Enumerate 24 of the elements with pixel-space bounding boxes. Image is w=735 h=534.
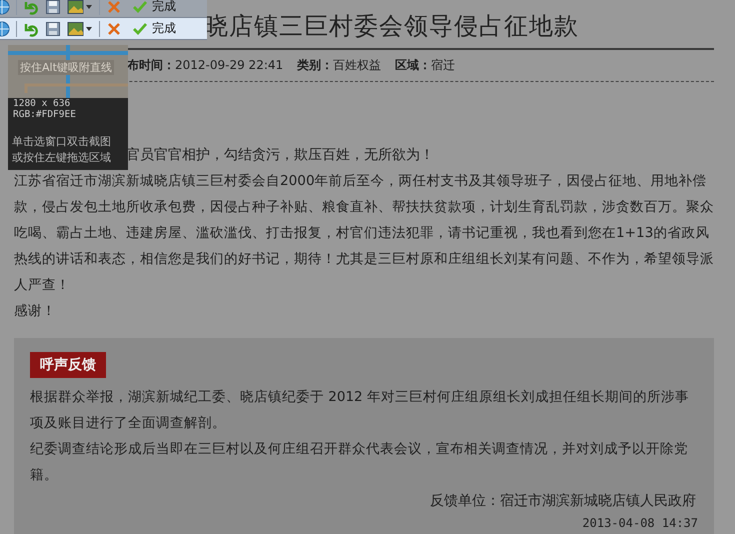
body-text: 感谢！ (14, 302, 57, 321)
feedback-text: 根据群众举报，湖滨新城纪工委、晓店镇纪委于 2012 年对三巨村何庄组原组长刘成担任组长期间的所涉事项及账目进行了全面调查解剖。 (30, 388, 690, 433)
magnifier-hint: 按住Alt键吸附直线 (18, 60, 114, 75)
meta-info: 类别：百姓权益 (297, 57, 382, 74)
close-icon[interactable] (106, 20, 122, 36)
checkmark-icon (132, 0, 148, 14)
done-button[interactable]: 完成 (128, 20, 180, 37)
capture-size: 1280 x 636 (12, 98, 72, 109)
done-button[interactable]: 完成 (128, 0, 180, 15)
feedback-text: 纪委调查结论形成后当即在三巨村以及何庄组召开群众代表会议，宣布相关调查情况，并对刘成予以开除党籍。 (30, 440, 689, 485)
image-dropdown-icon[interactable] (67, 20, 93, 36)
save-icon[interactable] (45, 0, 61, 14)
pixel-color: RGB:#FDF9EE (12, 109, 77, 120)
image-dropdown-icon[interactable] (67, 0, 93, 14)
capture-instruction: 单击选窗口双击截图 (11, 134, 112, 150)
body-text: 江苏省宿迁市湖滨新城晓店镇三巨村委会自2000年前后至今，两任村支书及其领导班子，因侵占征地、用地补偿款，侵占发包土地所收承包费，因侵占种子补贴、粮食直补、帮扶扶贫款项，计划生育乱罚款，涉贪数百万。聚众吃喝、霸占土地、违建房屋、滥砍滥伐、打击报复，村官们违法犯罪，请书记重视，我也看到您在1+13的省政风热线的讲话和表态，相信您是我们的好书记，期待！尤其是三巨村原和庄组组长刘某有问题、不作为，希望领导派人严查！ (14, 172, 714, 295)
feedback-date: 2013-04-08 14:37 (581, 515, 698, 532)
meta-info: 布时间：2012-09-29 22:41 (127, 57, 284, 74)
capture-instruction: 或按住左键拖选区域 (11, 150, 112, 166)
feedback-unit: 反馈单位：宿迁市湖滨新城晓店镇人民政府 (429, 492, 697, 511)
meta-info: 区域：宿迁 (395, 57, 456, 74)
save-icon[interactable] (45, 20, 61, 36)
checkmark-icon (132, 20, 148, 36)
feedback-heading: 呼声反馈 (30, 352, 106, 378)
